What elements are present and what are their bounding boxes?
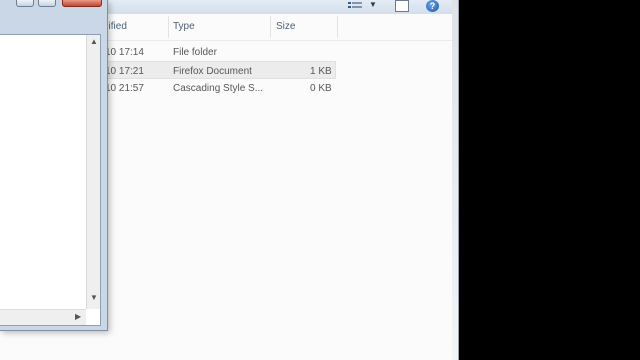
help-icon[interactable]: ? — [426, 0, 439, 12]
vertical-scrollbar[interactable]: ▲ ▼ — [86, 35, 100, 309]
file-type: Cascading Style S... — [173, 83, 264, 94]
column-divider[interactable] — [168, 16, 169, 38]
scroll-down-icon[interactable]: ▼ — [90, 293, 98, 302]
file-row[interactable]: 10 21:57 Cascading Style S... 0 KB — [100, 79, 336, 97]
file-date-modified: 10 17:21 — [105, 66, 144, 77]
file-size: 0 KB — [310, 83, 332, 94]
view-options-chevron-icon[interactable]: ▼ — [369, 0, 377, 9]
restore-button[interactable] — [16, 0, 34, 7]
column-divider[interactable] — [337, 16, 338, 38]
file-size: 1 KB — [310, 66, 332, 77]
close-button[interactable] — [62, 0, 102, 7]
column-divider[interactable] — [270, 16, 271, 38]
file-row-selected[interactable]: 10 17:21 Firefox Document 1 KB — [100, 61, 336, 79]
horizontal-scrollbar[interactable]: ▶ — [0, 309, 86, 325]
column-header-size[interactable]: Size — [276, 21, 295, 32]
file-date-modified: 10 17:14 — [105, 47, 144, 58]
details-view-icon[interactable] — [348, 1, 362, 11]
scroll-up-icon[interactable]: ▲ — [90, 37, 98, 46]
maximize-button[interactable] — [38, 0, 56, 7]
dialog-file-list[interactable]: ▲ ▼ ▶ — [0, 34, 101, 326]
file-type: Firefox Document — [173, 66, 252, 77]
file-type: File folder — [173, 47, 217, 58]
file-date-modified: 10 21:57 — [105, 83, 144, 94]
preview-pane-icon[interactable] — [395, 0, 409, 12]
open-dialog-window: ▲ ▼ ▶ — [0, 0, 108, 331]
column-header-type[interactable]: Type — [173, 21, 195, 32]
file-row[interactable]: 10 17:14 File folder — [100, 43, 336, 61]
scroll-right-icon[interactable]: ▶ — [75, 312, 81, 321]
window-border — [452, 0, 459, 360]
